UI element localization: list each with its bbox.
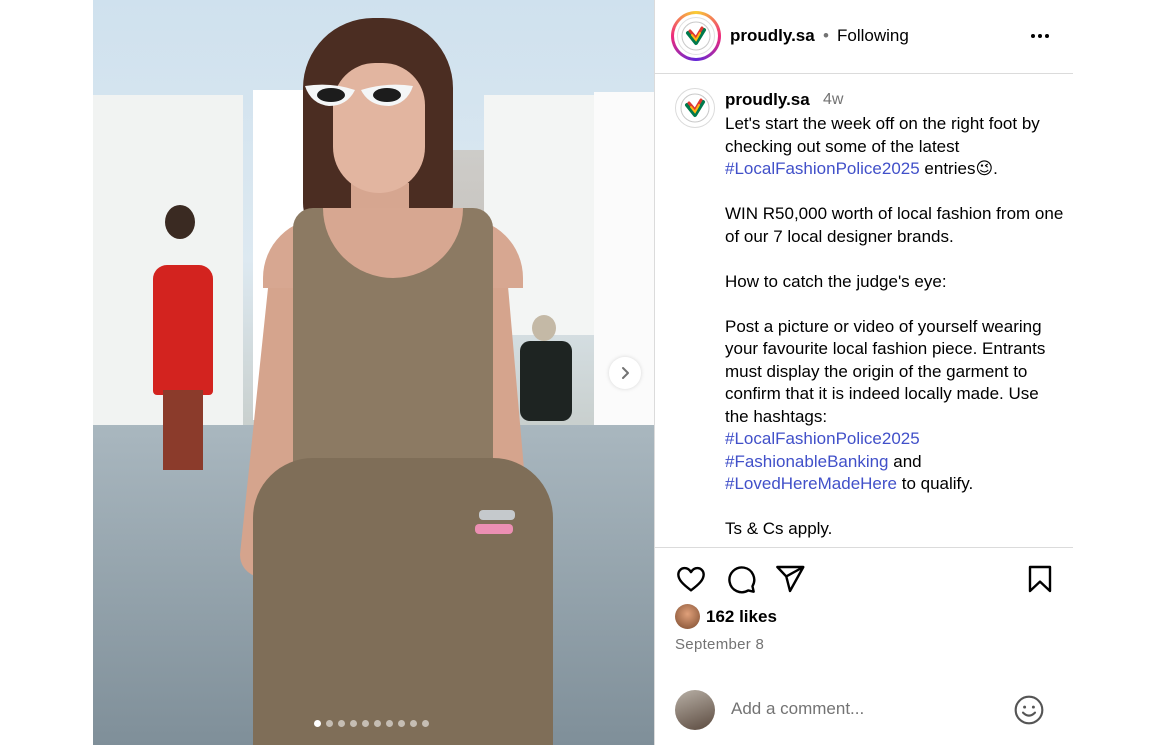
caption-line: to qualify. [897,474,974,493]
caption-paragraph: WIN R50,000 worth of local fashion from … [725,204,1064,246]
comment-button[interactable] [725,563,759,597]
emoji-button[interactable] [1013,694,1045,726]
carousel-dot [398,720,405,727]
carousel-dot [326,720,333,727]
carousel-dot [314,720,321,727]
carousel-dot [374,720,381,727]
caption-paragraph: #LocalFashionPolice2025 [725,428,1065,451]
carousel-dot [362,720,369,727]
save-button[interactable] [1024,563,1058,597]
user-avatar[interactable] [675,690,715,730]
background-person [143,205,213,475]
carousel-dot [350,720,357,727]
proudly-sa-logo [680,93,710,123]
likes-count[interactable]: 162 likes [706,607,777,627]
sunglasses [305,84,413,106]
heart-icon [677,566,705,592]
background-pillar-right [594,92,654,452]
carousel-indicators [314,720,429,727]
profile-avatar[interactable] [671,11,721,61]
hashtag-link[interactable]: #LocalFashionPolice2025 [725,429,920,448]
more-icon [1031,34,1035,38]
bookmark-icon [1028,565,1052,593]
caption-line: entries😉. [919,159,998,178]
caption-line: Let's start the week off on the right fo… [725,114,1040,156]
post-date[interactable]: September 8 [675,636,764,653]
like-button[interactable] [675,563,709,597]
comment-bar [655,672,1073,745]
caption-time[interactable]: 4w [823,91,843,109]
caption-paragraph: Let's start the week off on the right fo… [725,113,1065,181]
carousel-dot [410,720,417,727]
proudly-sa-logo [677,17,715,55]
carousel-dot [386,720,393,727]
following-button[interactable]: Following [837,26,909,46]
caption-paragraph: #FashionableBanking and [725,451,1065,474]
caption-avatar[interactable] [675,88,715,128]
chevron-right-icon [622,367,629,379]
hashtag-link[interactable]: #FashionableBanking [725,452,889,471]
next-slide-button[interactable] [609,357,641,389]
caption-paragraph: #LovedHereMadeHere to qualify. [725,473,1065,496]
more-options-button[interactable] [1025,24,1055,48]
comment-input[interactable] [731,696,1001,722]
caption-username[interactable]: proudly.sa [725,90,810,110]
liker-avatar[interactable] [675,604,700,629]
carousel-dot [338,720,345,727]
caption-paragraph: Post a picture or video of yourself wear… [725,316,1046,426]
header-separator: • [823,26,829,45]
emoji-icon [1014,695,1044,725]
caption-paragraph: Ts & Cs apply. [725,519,833,538]
share-button[interactable] [774,563,808,597]
model-figure [237,18,573,745]
hashtag-link[interactable]: #LovedHereMadeHere [725,474,897,493]
caption-text: Let's start the week off on the right fo… [725,113,1065,541]
share-icon [776,565,805,593]
hashtag-link[interactable]: #LocalFashionPolice2025 [725,159,920,178]
header-username[interactable]: proudly.sa [730,26,815,46]
post-header: proudly.sa • Following [655,0,1073,74]
carousel-dot [422,720,429,727]
caption-paragraph: How to catch the judge's eye: [725,271,947,291]
post-caption: proudly.sa 4w Let's start the week off o… [655,75,1073,548]
post-actions [675,563,1055,599]
post-side-panel: proudly.sa • Following proudly.sa 4w Let… [655,0,1073,745]
caption-line: and [888,451,922,471]
comment-icon [728,566,756,594]
post-media[interactable] [93,0,654,745]
